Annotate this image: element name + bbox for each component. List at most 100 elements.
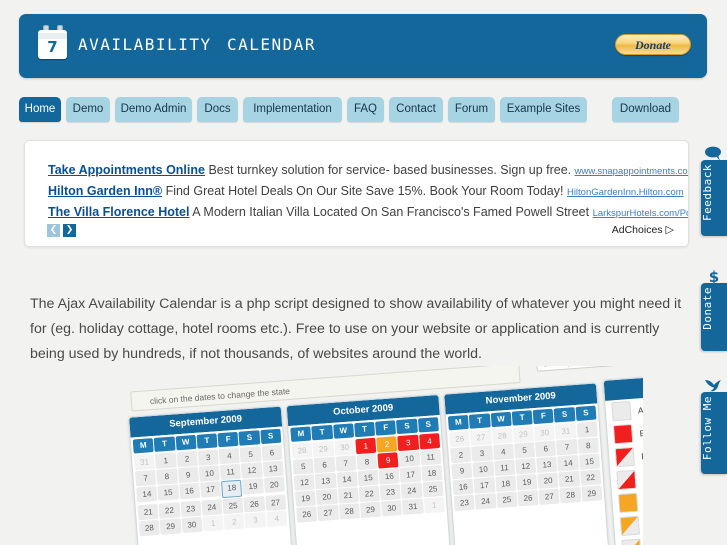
- nav-tab-home[interactable]: Home: [19, 97, 61, 122]
- ad-prev-icon[interactable]: ❮: [47, 224, 60, 237]
- nav-tab-example-sites[interactable]: Example Sites: [500, 97, 587, 122]
- calendar-day-cell[interactable]: 3: [244, 512, 267, 529]
- nav-tab-demo[interactable]: Demo: [66, 97, 110, 122]
- calendar-day-cell[interactable]: 9: [451, 462, 473, 480]
- calendar-day-cell[interactable]: 24: [401, 482, 423, 499]
- calendar-day-cell[interactable]: 31: [555, 423, 577, 440]
- nav-tab-demo-admin[interactable]: Demo Admin: [115, 97, 192, 122]
- calendar-day-cell[interactable]: 27: [538, 488, 560, 505]
- calendar-day-cell[interactable]: 13: [315, 472, 337, 490]
- calendar-day-cell[interactable]: 12: [241, 462, 263, 479]
- calendar-day-cell[interactable]: 31: [133, 453, 156, 471]
- calendar-day-cell[interactable]: 25: [222, 497, 244, 515]
- calendar-day-cell[interactable]: 30: [181, 516, 203, 534]
- calendar-day-cell[interactable]: 4: [418, 433, 441, 450]
- calendar-day-cell[interactable]: 26: [243, 496, 266, 513]
- calendar-day-cell[interactable]: 24: [201, 499, 223, 516]
- calendar-day-cell[interactable]: 12: [515, 458, 537, 475]
- calendar-day-cell[interactable]: 29: [581, 485, 603, 502]
- calendar-day-cell[interactable]: 8: [356, 453, 378, 471]
- calendar-day-cell[interactable]: 1: [355, 437, 377, 455]
- calendar-day-cell[interactable]: 12: [293, 474, 316, 491]
- calendar-day-cell[interactable]: 8: [577, 437, 599, 454]
- calendar-day-cell[interactable]: 6: [261, 444, 283, 462]
- calendar-day-cell[interactable]: 21: [137, 503, 159, 521]
- calendar-day-cell[interactable]: 26: [449, 430, 471, 448]
- ad-title[interactable]: Hilton Garden Inn®: [48, 184, 162, 198]
- calendar-day-cell[interactable]: 20: [263, 476, 285, 494]
- calendar-day-cell[interactable]: 25: [422, 480, 444, 498]
- follow-me-tab[interactable]: Follow Me: [701, 392, 727, 474]
- calendar-day-cell[interactable]: 15: [357, 469, 379, 487]
- ad-title[interactable]: Take Appointments Online: [48, 163, 205, 177]
- calendar-day-cell[interactable]: 16: [452, 478, 474, 496]
- calendar-day-cell[interactable]: 22: [358, 485, 380, 503]
- calendar-day-cell[interactable]: 13: [262, 460, 284, 478]
- ad-title[interactable]: The Villa Florence Hotel: [48, 205, 189, 219]
- calendar-day-cell[interactable]: 1: [155, 452, 177, 469]
- calendar-day-cell[interactable]: 14: [557, 454, 579, 472]
- nav-tab-forum[interactable]: Forum: [448, 97, 495, 122]
- calendar-day-cell[interactable]: 14: [136, 485, 158, 503]
- calendar-day-cell[interactable]: 19: [516, 474, 538, 491]
- calendar-day-cell[interactable]: 18: [421, 464, 443, 482]
- calendar-day-cell[interactable]: 16: [378, 468, 401, 485]
- calendar-day-cell[interactable]: 1: [423, 496, 445, 514]
- calendar-day-cell[interactable]: 31: [402, 498, 424, 515]
- calendar-day-cell[interactable]: 21: [337, 487, 359, 504]
- calendar-day-cell[interactable]: 22: [579, 469, 602, 486]
- calendar-day-cell[interactable]: 10: [198, 465, 221, 482]
- calendar-day-cell[interactable]: 23: [179, 500, 202, 518]
- adchoices-link[interactable]: AdChoices ▷: [612, 223, 674, 237]
- calendar-day-cell[interactable]: 8: [156, 468, 178, 485]
- calendar-day-cell[interactable]: 3: [397, 434, 419, 452]
- calendar-day-cell[interactable]: 19: [294, 490, 317, 507]
- calendar-day-cell[interactable]: 29: [312, 440, 335, 458]
- calendar-day-cell[interactable]: 10: [398, 450, 421, 468]
- calendar-day-cell[interactable]: 15: [157, 484, 179, 501]
- calendar-day-cell[interactable]: 16: [178, 482, 201, 500]
- calendar-day-cell[interactable]: 15: [578, 453, 601, 470]
- calendar-day-cell[interactable]: 5: [292, 458, 314, 475]
- calendar-day-cell[interactable]: 20: [537, 472, 559, 489]
- calendar-day-cell[interactable]: 13: [536, 456, 558, 473]
- calendar-day-cell[interactable]: 18: [221, 479, 243, 499]
- nav-tab-implementation[interactable]: Implementation: [243, 97, 342, 122]
- calendar-day-cell[interactable]: 29: [159, 518, 182, 535]
- calendar-day-cell[interactable]: 6: [313, 456, 336, 474]
- calendar-day-cell[interactable]: 4: [218, 447, 241, 465]
- calendar-day-cell[interactable]: 28: [559, 486, 582, 504]
- calendar-day-cell[interactable]: 17: [199, 481, 222, 498]
- calendar-day-cell[interactable]: 4: [492, 443, 514, 461]
- calendar-day-cell[interactable]: 30: [333, 439, 356, 456]
- calendar-day-cell[interactable]: 26: [296, 506, 318, 523]
- calendar-day-cell[interactable]: 29: [512, 426, 535, 443]
- calendar-day-cell[interactable]: 27: [470, 429, 492, 446]
- ad-next-icon[interactable]: ❯: [63, 224, 76, 237]
- calendar-day-cell[interactable]: 3: [197, 449, 219, 466]
- calendar-day-cell[interactable]: 7: [335, 455, 357, 472]
- calendar-day-cell[interactable]: 14: [336, 471, 358, 488]
- calendar-day-cell[interactable]: 1: [576, 421, 598, 438]
- calendar-day-cell[interactable]: 29: [359, 501, 382, 519]
- calendar-day-cell[interactable]: 28: [138, 519, 161, 537]
- calendar-day-cell[interactable]: 27: [264, 494, 287, 511]
- nav-tab-docs[interactable]: Docs: [197, 97, 238, 122]
- calendar-day-cell[interactable]: 30: [381, 500, 403, 517]
- calendar-day-cell[interactable]: 5: [240, 446, 262, 463]
- calendar-day-cell[interactable]: 2: [450, 446, 472, 464]
- calendar-day-cell[interactable]: 3: [471, 445, 493, 462]
- donate-tab[interactable]: Donate: [701, 283, 727, 351]
- calendar-day-cell[interactable]: 25: [496, 491, 518, 509]
- feedback-tab[interactable]: Feedback: [701, 160, 727, 236]
- calendar-day-cell[interactable]: 23: [453, 494, 476, 512]
- calendar-day-cell[interactable]: 20: [316, 488, 338, 506]
- calendar-day-cell[interactable]: 24: [474, 493, 497, 510]
- calendar-day-cell[interactable]: 2: [376, 436, 398, 453]
- calendar-day-cell[interactable]: 17: [399, 466, 422, 483]
- nav-tab-contact[interactable]: Contact: [389, 97, 443, 122]
- calendar-day-cell[interactable]: 4: [266, 510, 288, 527]
- calendar-day-cell[interactable]: 28: [491, 427, 513, 445]
- country-cottage-field[interactable]: Country Cottage: [535, 366, 643, 372]
- calendar-day-cell[interactable]: 11: [219, 463, 242, 481]
